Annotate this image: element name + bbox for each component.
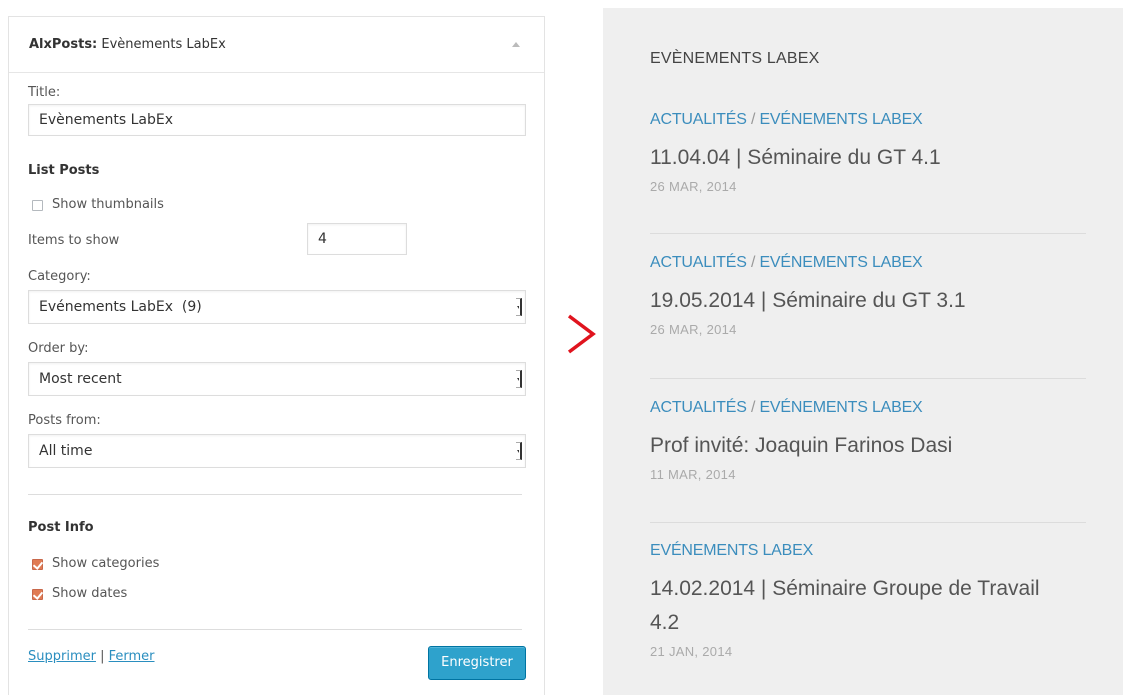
category-link[interactable]: EVÉNEMENTS LABEX	[759, 254, 922, 271]
category-select[interactable]: Evénements LabEx (9)	[28, 290, 526, 324]
category-link[interactable]: EVÉNEMENTS LABEX	[650, 542, 813, 559]
order-by-select-value: Most recent	[39, 371, 122, 387]
items-to-show-input[interactable]: 4	[307, 223, 407, 255]
posts-from-label: Posts from:	[28, 413, 101, 428]
save-button[interactable]: Enregistrer	[428, 646, 526, 680]
title-label: Title:	[28, 85, 61, 100]
category-link[interactable]: EVÉNEMENTS LABEX	[759, 399, 922, 416]
dropdown-arrow-icon	[516, 370, 522, 388]
post-categories: ACTUALITÉS / EVÉNEMENTS LABEX	[650, 111, 1086, 129]
posts-from-select-value: All time	[39, 443, 93, 459]
category-link[interactable]: ACTUALITÉS	[650, 111, 747, 128]
collapse-arrow-icon[interactable]	[512, 42, 520, 47]
preview-heading: EVÈNEMENTS LABEX	[650, 50, 820, 67]
post-date: 26 MAR, 2014	[650, 322, 737, 337]
category-label: Category:	[28, 269, 91, 284]
post-categories: ACTUALITÉS / EVÉNEMENTS LABEX	[650, 254, 1086, 272]
post-date: 26 MAR, 2014	[650, 179, 737, 194]
post-item: EVÉNEMENTS LABEX 14.02.2014 | Séminaire …	[650, 542, 1050, 659]
post-separator	[650, 233, 1086, 234]
post-date: 21 JAN, 2014	[650, 644, 733, 659]
items-to-show-label: Items to show	[28, 233, 120, 248]
widget-header[interactable]: AlxPosts: Evènements LabEx	[9, 17, 544, 73]
dropdown-arrow-icon	[516, 442, 522, 460]
post-categories: EVÉNEMENTS LABEX	[650, 542, 1050, 560]
widget-title: AlxPosts: Evènements LabEx	[29, 37, 226, 52]
section-divider	[28, 494, 522, 495]
list-posts-heading: List Posts	[28, 163, 100, 178]
category-separator: /	[746, 399, 760, 416]
widget-settings-panel: AlxPosts: Evènements LabEx Title: Evènem…	[8, 16, 545, 695]
show-categories-checkbox[interactable]	[32, 559, 43, 570]
post-item: ACTUALITÉS / EVÉNEMENTS LABEX 19.05.2014…	[650, 254, 1086, 337]
link-separator: |	[95, 649, 109, 664]
post-separator	[650, 378, 1086, 379]
category-link[interactable]: ACTUALITÉS	[650, 254, 747, 271]
post-item: ACTUALITÉS / EVÉNEMENTS LABEX Prof invit…	[650, 399, 1086, 482]
category-select-value: Evénements LabEx (9)	[39, 299, 202, 315]
category-separator: /	[746, 111, 760, 128]
widget-title-plugin: AlxPosts:	[29, 37, 98, 52]
close-link[interactable]: Fermer	[109, 649, 155, 664]
dropdown-arrow-icon	[516, 298, 522, 316]
post-title[interactable]: Prof invité: Joaquin Farinos Dasi	[650, 429, 1086, 463]
category-link[interactable]: ACTUALITÉS	[650, 399, 747, 416]
widget-title-name: Evènements LabEx	[97, 37, 226, 52]
show-dates-label: Show dates	[52, 586, 128, 601]
post-categories: ACTUALITÉS / EVÉNEMENTS LABEX	[650, 399, 1086, 417]
post-date: 11 MAR, 2014	[650, 467, 736, 482]
post-title[interactable]: 11.04.04 | Séminaire du GT 4.1	[650, 141, 1086, 175]
post-title[interactable]: 14.02.2014 | Séminaire Groupe de Travail…	[650, 572, 1050, 640]
title-input[interactable]: Evènements LabEx	[28, 104, 526, 136]
order-by-label: Order by:	[28, 341, 89, 356]
posts-from-select[interactable]: All time	[28, 434, 526, 468]
order-by-select[interactable]: Most recent	[28, 362, 526, 396]
category-link[interactable]: EVÉNEMENTS LABEX	[759, 111, 922, 128]
post-title[interactable]: 19.05.2014 | Séminaire du GT 3.1	[650, 284, 1086, 318]
post-item: ACTUALITÉS / EVÉNEMENTS LABEX 11.04.04 |…	[650, 111, 1086, 194]
show-categories-label: Show categories	[52, 556, 160, 571]
delete-link[interactable]: Supprimer	[28, 649, 96, 664]
show-thumbnails-label: Show thumbnails	[52, 197, 164, 212]
post-info-heading: Post Info	[28, 520, 94, 535]
post-separator	[650, 522, 1086, 523]
widget-preview: EVÈNEMENTS LABEX ACTUALITÉS / EVÉNEMENTS…	[603, 8, 1123, 695]
show-thumbnails-checkbox[interactable]	[32, 200, 43, 211]
widget-control-links: Supprimer | Fermer	[28, 649, 155, 664]
category-separator: /	[746, 254, 760, 271]
arrow-right-icon	[567, 314, 596, 354]
show-dates-checkbox[interactable]	[32, 589, 43, 600]
footer-divider	[28, 629, 522, 630]
